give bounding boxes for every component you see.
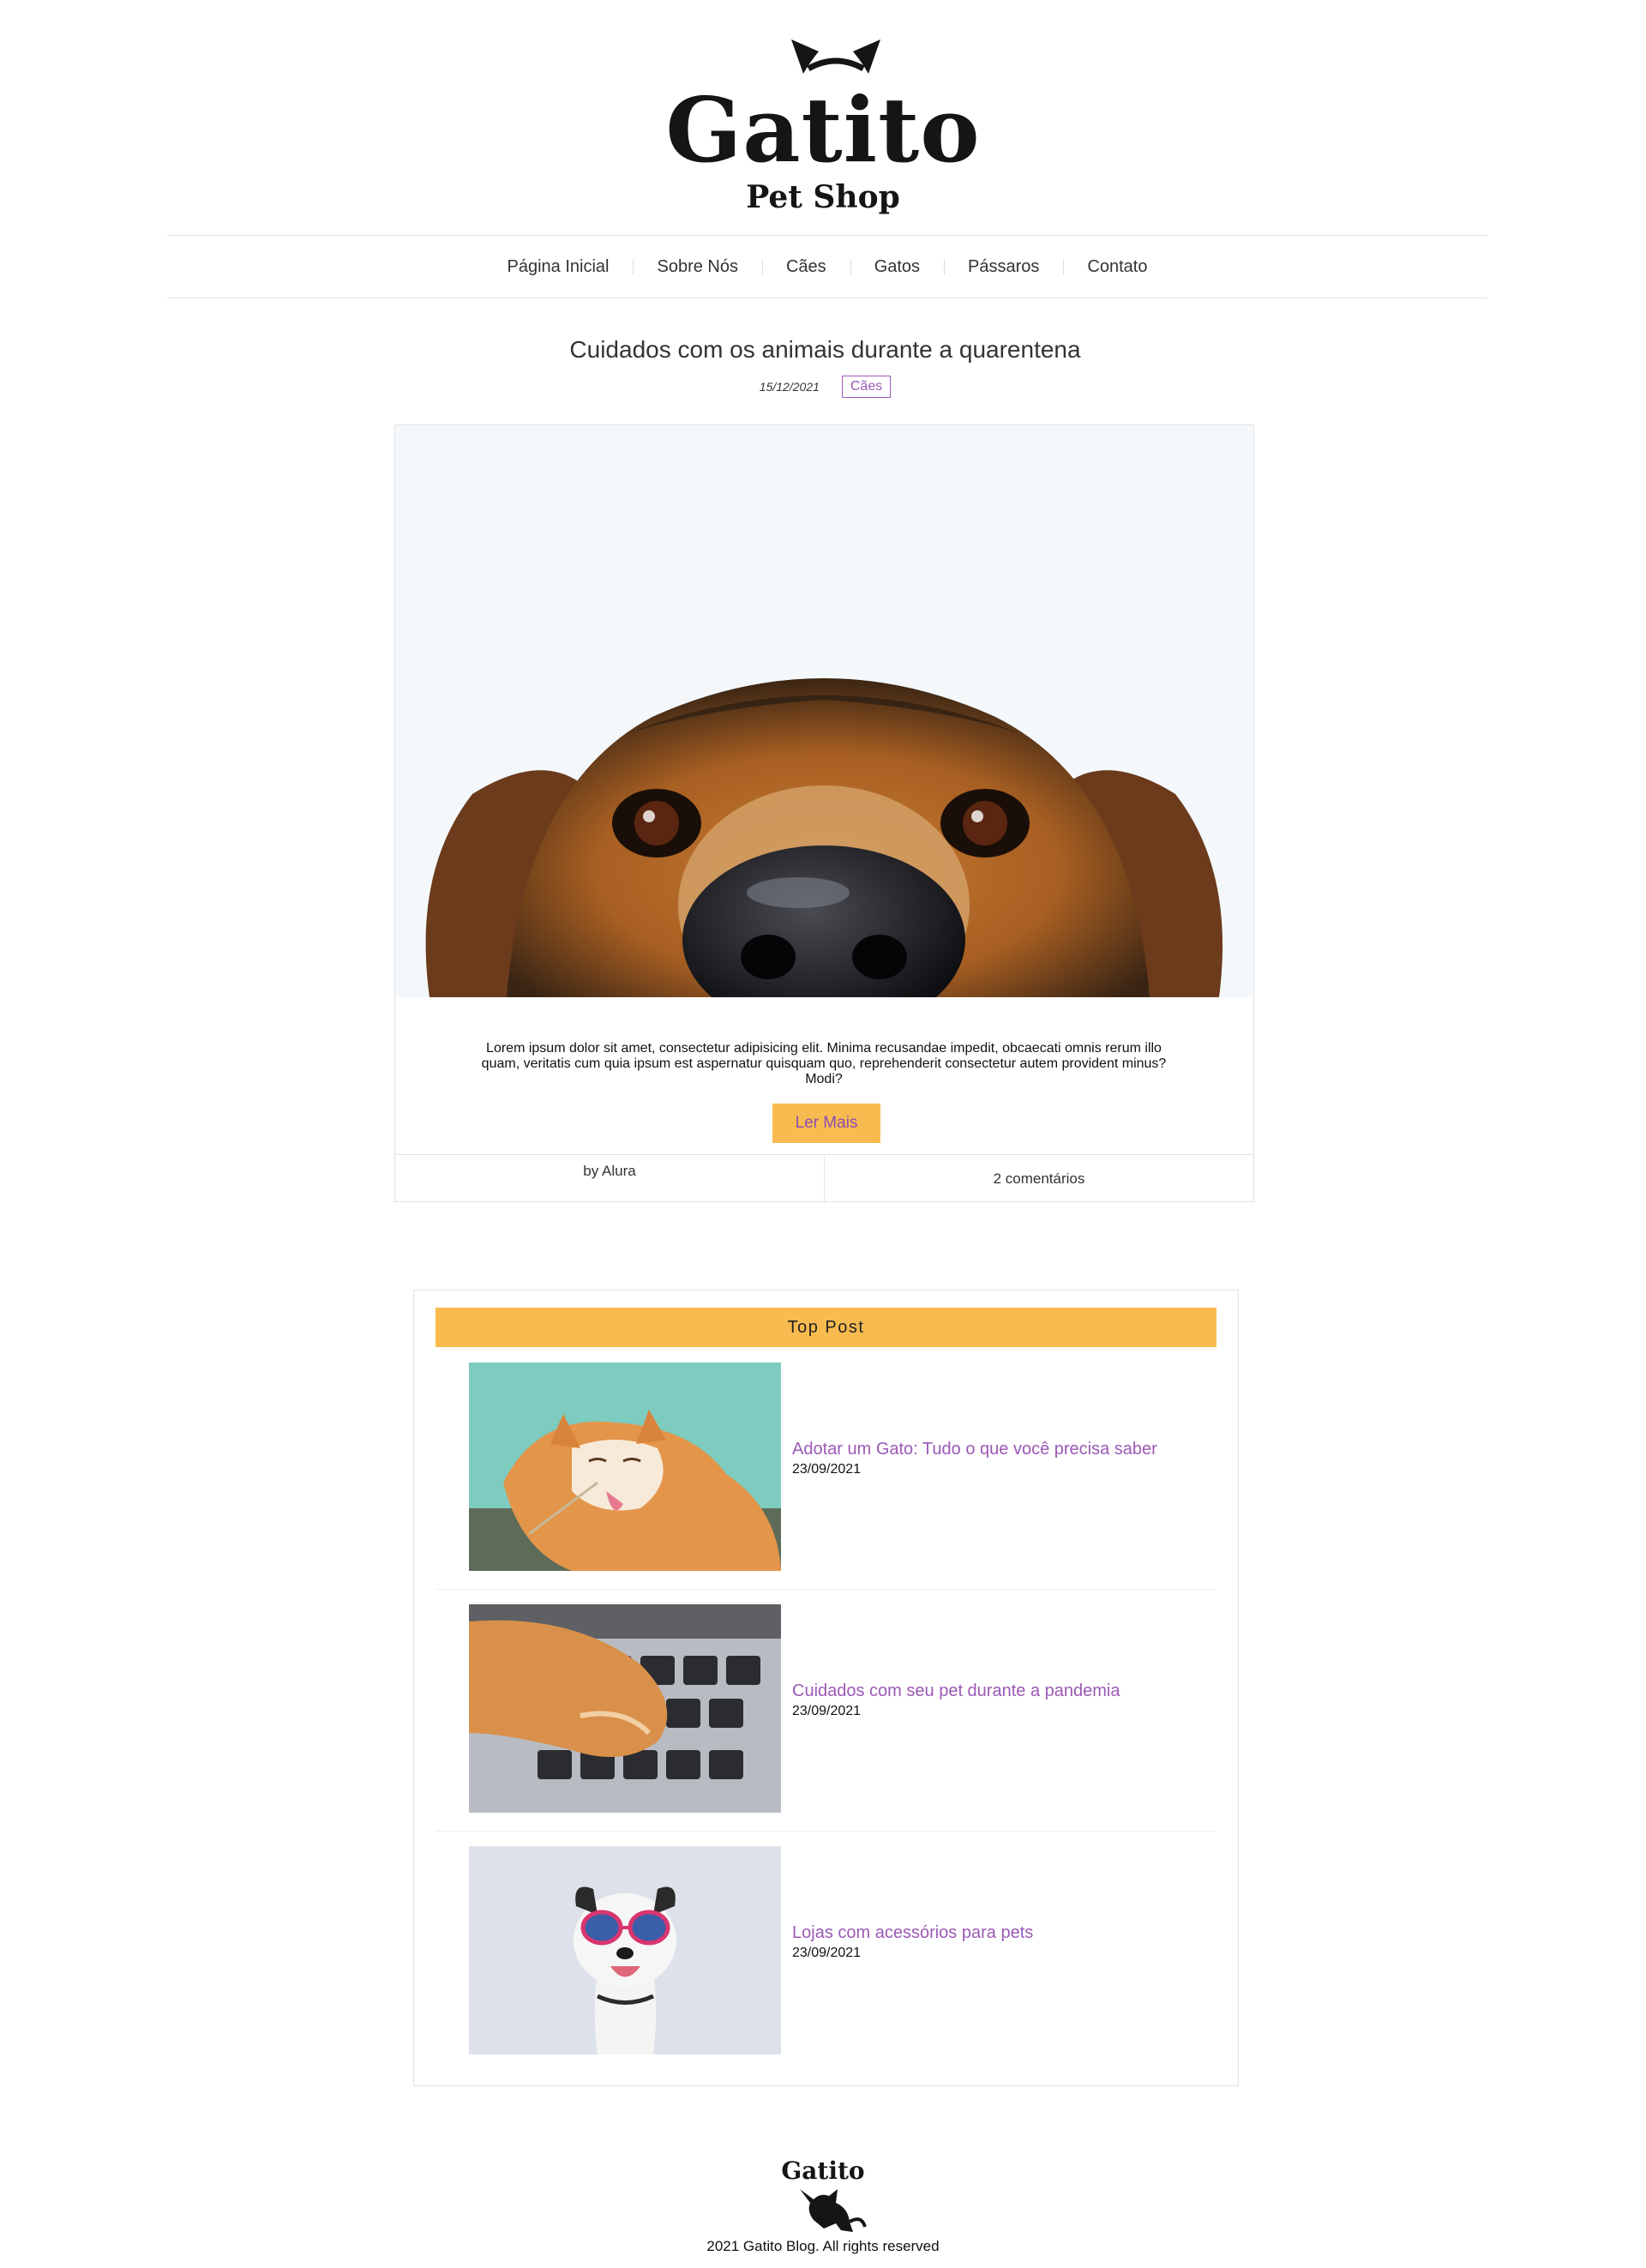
logo-tagline: Pet Shop: [746, 179, 900, 215]
cat-silhouette-icon: Gatito: [781, 2157, 867, 2232]
post-excerpt: Lorem ipsum dolor sit amet, consectetur …: [481, 1041, 1167, 1086]
cat-paw-keyboard-photo-icon: [469, 1604, 781, 1813]
logo-wordmark: Gatito: [665, 77, 981, 183]
site-logo[interactable]: Gatito Pet Shop: [660, 34, 986, 213]
top-post-link[interactable]: Lojas com acessórios para pets: [792, 1923, 1033, 1943]
post-footer: by Alura 2 comentários: [395, 1154, 1253, 1203]
top-post-link[interactable]: Adotar um Gato: Tudo o que você precisa …: [792, 1440, 1157, 1459]
dog-photo-icon: [395, 425, 1253, 997]
cat-photo-icon: [469, 1363, 781, 1571]
nav-item-cats[interactable]: Gatos: [850, 257, 944, 277]
post-image: [395, 425, 1253, 997]
footer-logo-text: Gatito: [781, 2157, 864, 2185]
main-nav: Página Inicial Sobre Nós Cães Gatos Páss…: [167, 235, 1487, 298]
post-author: by Alura: [395, 1155, 825, 1203]
top-post-date: 23/09/2021: [792, 1946, 862, 1960]
post-date: 15/12/2021: [759, 380, 820, 394]
top-post-thumbnail[interactable]: [469, 1604, 781, 1813]
top-post-link[interactable]: Cuidados com seu pet durante a pandemia: [792, 1681, 1120, 1701]
top-post-date: 23/09/2021: [792, 1462, 862, 1477]
nav-item-home[interactable]: Página Inicial: [484, 257, 634, 277]
post-title: Cuidados com os animais durante a quaren…: [569, 336, 1081, 363]
top-post-thumbnail[interactable]: [469, 1363, 781, 1571]
post-meta: 15/12/2021 Cães: [394, 376, 1256, 398]
nav-item-birds[interactable]: Pássaros: [944, 257, 1063, 277]
top-post-thumbnail[interactable]: [469, 1846, 781, 2054]
nav-item-dogs[interactable]: Cães: [761, 257, 850, 277]
read-more-button[interactable]: Ler Mais: [772, 1104, 880, 1143]
post-comments-link[interactable]: 2 comentários: [825, 1155, 1253, 1203]
nav-item-about[interactable]: Sobre Nós: [633, 257, 762, 277]
post-card: Lorem ipsum dolor sit amet, consectetur …: [394, 424, 1254, 1203]
post-category-tag[interactable]: Cães: [841, 376, 892, 398]
top-post-item: Adotar um Gato: Tudo o que você precisa …: [436, 1347, 1216, 1590]
top-post-item: Lojas com acessórios para pets 23/09/202…: [436, 1831, 1216, 2072]
top-posts-widget: Top Post Adotar um Gato: Tudo o que você…: [413, 1290, 1239, 2086]
dog-sunglasses-photo-icon: [469, 1846, 781, 2054]
top-post-date: 23/09/2021: [792, 1704, 862, 1718]
nav-item-contact[interactable]: Contato: [1063, 257, 1171, 277]
top-posts-heading: Top Post: [436, 1308, 1216, 1347]
footer-copyright: 2021 Gatito Blog. All rights reserved: [706, 2238, 940, 2254]
footer-logo[interactable]: Gatito: [776, 2155, 870, 2234]
top-post-item: Cuidados com seu pet durante a pandemia …: [436, 1589, 1216, 1832]
